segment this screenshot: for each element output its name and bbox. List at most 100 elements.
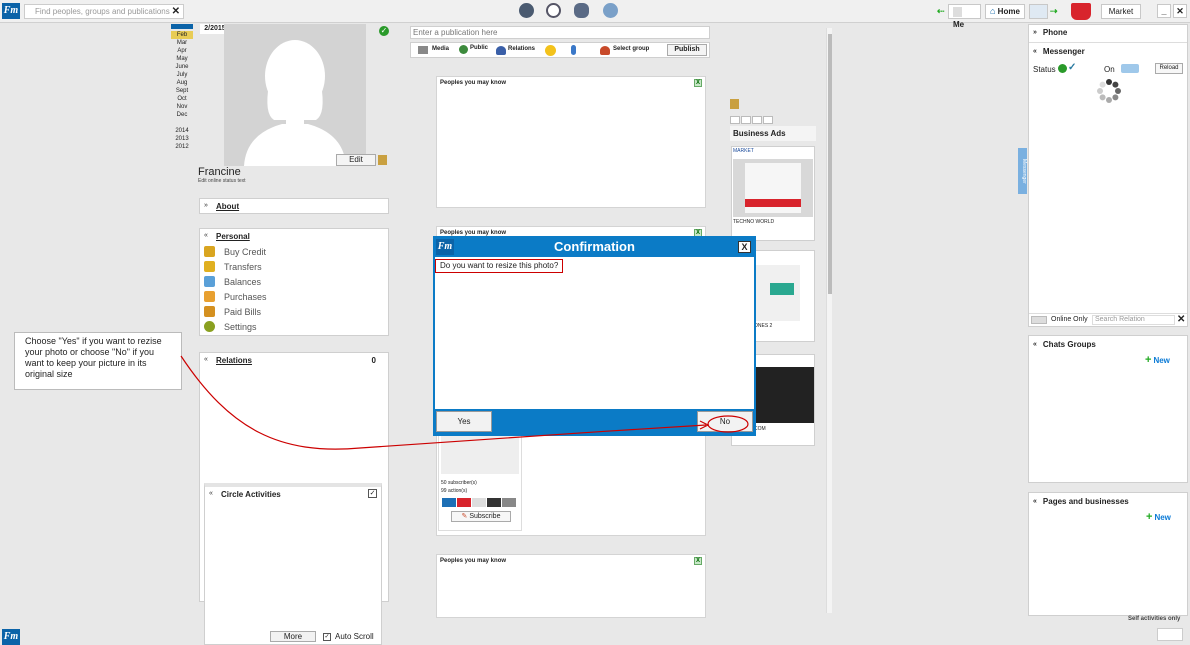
month-item[interactable]: Feb <box>171 31 193 39</box>
about-section[interactable]: » About <box>199 198 389 214</box>
home-button[interactable]: ⌂ Home <box>985 4 1025 19</box>
photo-tools-icon[interactable] <box>378 155 387 165</box>
market-button[interactable]: Market <box>1101 4 1141 19</box>
year-item[interactable]: 2012 <box>171 143 193 151</box>
status-online-icon[interactable] <box>1058 64 1067 73</box>
status-text-hint[interactable]: Edit online status text <box>198 178 246 184</box>
publication-input[interactable]: Enter a publication here <box>410 26 710 39</box>
relations-count: 0 <box>371 356 376 365</box>
page-thumbnail[interactable] <box>441 434 519 474</box>
transfer-icon <box>204 261 215 272</box>
pager-dot[interactable] <box>763 116 773 124</box>
globe-icon[interactable] <box>546 3 561 18</box>
pager-dot[interactable] <box>752 116 762 124</box>
menu-item-balances[interactable]: Balances <box>204 274 267 289</box>
month-item[interactable]: Dec <box>171 111 193 119</box>
cable-shape <box>770 283 794 295</box>
circle-checkbox[interactable]: ✓ <box>368 489 377 498</box>
menu-item-buy-credit[interactable]: Buy Credit <box>204 244 267 259</box>
online-only-toggle[interactable] <box>1031 316 1047 324</box>
microphone-icon[interactable] <box>571 45 576 55</box>
emoji-icon[interactable] <box>545 45 556 56</box>
card-title: Peoples you may know <box>440 80 507 86</box>
refresh-icon[interactable] <box>1029 4 1048 19</box>
chat-icon[interactable] <box>603 3 618 18</box>
month-item[interactable]: June <box>171 63 193 71</box>
close-window-button[interactable]: ✕ <box>1173 4 1187 18</box>
edit-photo-button[interactable]: Edit <box>336 154 376 166</box>
member-avatar[interactable] <box>472 498 486 507</box>
dialog-title: Confirmation <box>554 239 635 254</box>
messenger-header[interactable]: «Messenger <box>1033 47 1085 56</box>
dialog-close-button[interactable]: X <box>738 241 751 253</box>
pager-dot[interactable] <box>730 116 740 124</box>
personal-title[interactable]: Personal <box>216 232 250 241</box>
close-card-button[interactable]: X <box>694 79 702 87</box>
relations-title[interactable]: Relations <box>216 356 252 365</box>
no-button[interactable]: No <box>697 411 753 432</box>
relations-button[interactable]: Relations <box>508 46 535 52</box>
month-item[interactable]: Aug <box>171 79 193 87</box>
me-button[interactable]: Me <box>948 4 981 29</box>
year-item[interactable]: 2013 <box>171 135 193 143</box>
menu-item-transfers[interactable]: Transfers <box>204 259 267 274</box>
messenger-side-tab[interactable]: Messenger <box>1018 148 1027 194</box>
new-chat-group-button[interactable]: + New <box>1145 354 1170 366</box>
publish-button[interactable]: Publish <box>667 44 707 56</box>
more-button[interactable]: More <box>270 631 316 642</box>
month-item[interactable]: Sept <box>171 87 193 95</box>
new-page-button[interactable]: + New <box>1146 511 1171 523</box>
member-avatar[interactable] <box>457 498 471 507</box>
month-item[interactable]: Mar <box>171 39 193 47</box>
select-group-button[interactable]: Select group <box>613 46 649 52</box>
month-item[interactable]: Apr <box>171 47 193 55</box>
search-relation-input[interactable]: Search Relation <box>1092 315 1175 325</box>
member-avatar[interactable] <box>487 498 501 507</box>
menu-item-purchases[interactable]: Purchases <box>204 289 267 304</box>
calendar-nav: Feb Mar Apr May June July Aug Sept Oct N… <box>171 24 193 151</box>
clear-search-icon[interactable]: ✕ <box>172 5 180 18</box>
self-activities-toggle[interactable] <box>1157 628 1183 641</box>
app-logo[interactable]: Fm <box>2 3 20 19</box>
publish-toolbar: Media Public Relations Select group Publ… <box>410 42 710 58</box>
phone-header[interactable]: » Phone <box>1033 28 1067 37</box>
profile-photo[interactable] <box>224 24 366 166</box>
month-item[interactable]: Oct <box>171 95 193 103</box>
basket-icon[interactable] <box>1071 3 1091 20</box>
ad-card[interactable]: MARKET TECHNO WORLD <box>731 146 815 241</box>
month-item[interactable]: May <box>171 55 193 63</box>
menu-item-paid-bills[interactable]: Paid Bills <box>204 304 267 319</box>
reload-button[interactable]: Reload <box>1155 63 1183 74</box>
menu-item-settings[interactable]: Settings <box>204 319 267 334</box>
close-card-button[interactable]: X <box>694 557 702 565</box>
people-icon[interactable] <box>574 3 589 18</box>
global-search-input[interactable]: Find peoples, groups and publications ✕ <box>24 4 184 19</box>
subscribe-button[interactable]: ✎ Subscribe <box>451 511 511 522</box>
month-item[interactable]: July <box>171 71 193 79</box>
ads-tool-icon[interactable] <box>730 99 739 109</box>
public-button[interactable]: Public <box>470 45 488 51</box>
minimize-button[interactable]: _ <box>1157 4 1171 18</box>
member-avatar[interactable] <box>502 498 516 507</box>
status-dropdown-icon[interactable]: ✓ <box>1068 62 1076 73</box>
autoscroll-checkbox[interactable]: ✓ <box>323 633 331 641</box>
media-button[interactable]: Media <box>432 46 449 52</box>
month-item[interactable]: Nov <box>171 103 193 111</box>
messenger-toggle[interactable] <box>1121 64 1139 73</box>
ad-category: MARKET <box>733 148 754 154</box>
notifications-icon[interactable] <box>519 3 534 18</box>
yes-button[interactable]: Yes <box>436 411 492 432</box>
clear-relation-search-icon[interactable]: ✕ <box>1177 314 1185 325</box>
pages-header[interactable]: «Pages and businesses <box>1033 497 1129 506</box>
member-avatar[interactable] <box>442 498 456 507</box>
chats-groups-header[interactable]: «Chats Groups <box>1033 340 1096 349</box>
confirmation-dialog: Fm Confirmation X Do you want to resize … <box>433 236 756 436</box>
main-scrollbar[interactable] <box>826 28 832 613</box>
scrollbar-thumb[interactable] <box>828 34 832 294</box>
pager-dot[interactable] <box>741 116 751 124</box>
forward-arrow-icon[interactable]: ⇢ <box>1050 6 1058 17</box>
year-item[interactable]: 2014 <box>171 127 193 135</box>
bottom-logo[interactable]: Fm <box>2 629 20 645</box>
about-title[interactable]: About <box>216 202 239 211</box>
back-arrow-icon[interactable]: ⇠ <box>937 6 945 17</box>
